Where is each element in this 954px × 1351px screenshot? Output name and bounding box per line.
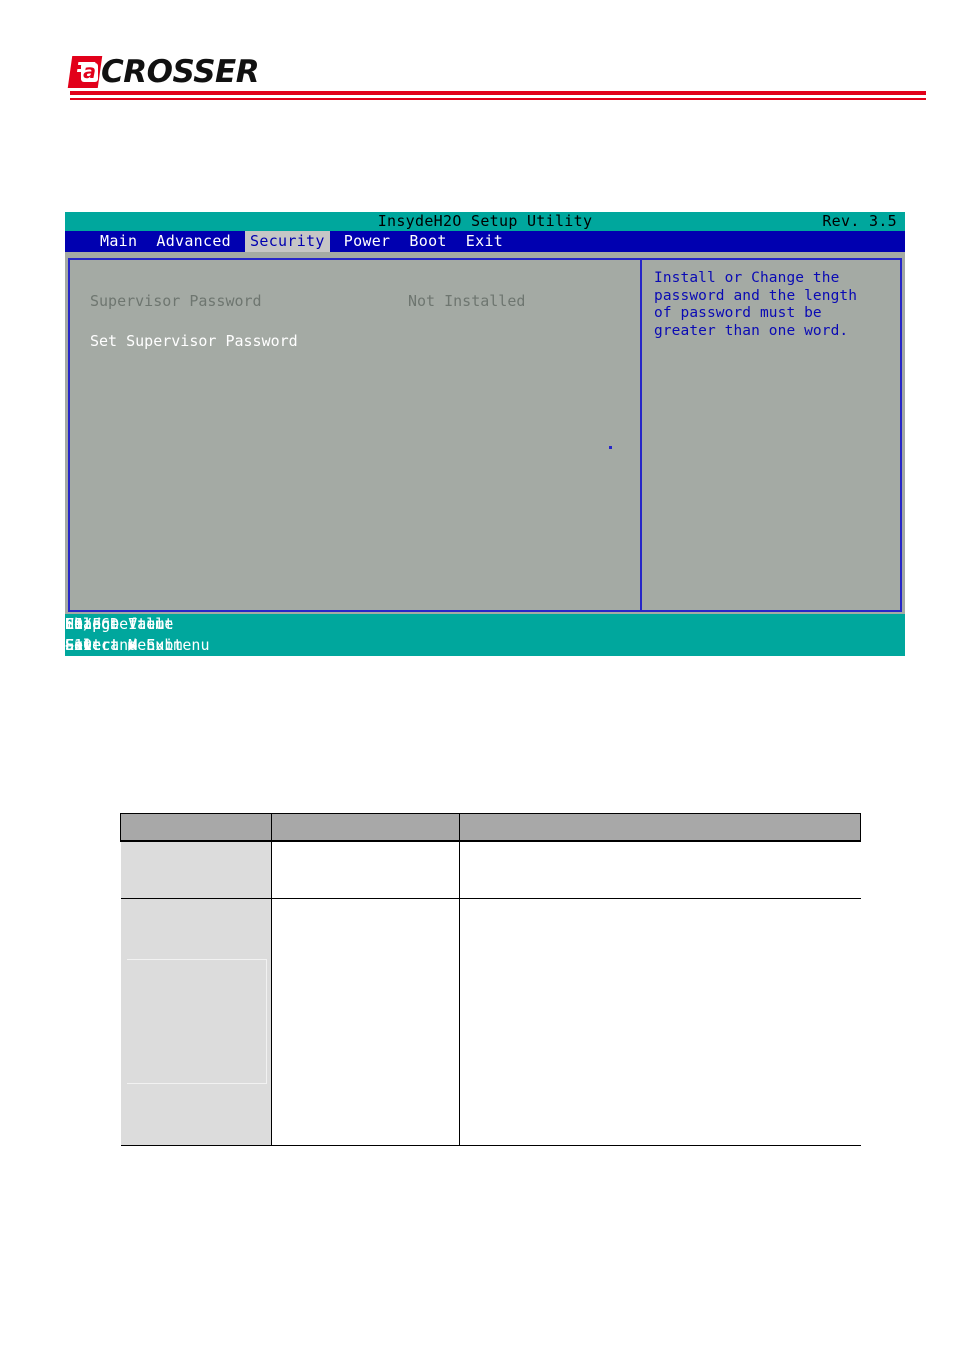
inner-divider-top	[126, 959, 267, 960]
bios-body: Supervisor Password Not Installed Set Su…	[65, 252, 905, 612]
bios-panels: Supervisor Password Not Installed Set Su…	[68, 258, 902, 612]
tab-main[interactable]: Main	[95, 231, 142, 252]
bios-titlebar: InsydeH2O Setup Utility Rev. 3.5	[65, 212, 905, 231]
inner-divider-right	[266, 959, 267, 1083]
tab-power[interactable]: Power	[339, 231, 396, 252]
logo-letter-a: a	[81, 63, 98, 82]
help-text: Install or Change the password and the l…	[654, 270, 858, 339]
key-f10-label: Save and Exit	[65, 636, 183, 654]
bios-revision: Rev. 3.5	[822, 212, 897, 230]
bios-title: InsydeH2O Setup Utility	[377, 212, 593, 230]
header-rule-thick	[70, 91, 926, 95]
spec-table	[120, 813, 861, 1146]
table-row	[120, 841, 861, 899]
spec-row-1-middle	[271, 841, 460, 899]
spec-row-1-description	[459, 841, 861, 899]
spec-table-header-col-1	[120, 813, 272, 842]
tab-advanced[interactable]: Advanced	[151, 231, 236, 252]
status-row-1: F1 Help ↑↓ Select Item F5/F6 Change Valu…	[65, 614, 905, 635]
spec-table-header-row	[120, 813, 861, 842]
table-row	[120, 898, 861, 1146]
spec-row-2-middle	[271, 898, 460, 1146]
tab-boot[interactable]: Boot	[404, 231, 451, 252]
key-f9-label: Load Default	[65, 615, 174, 633]
spec-row-1-label	[120, 841, 272, 899]
bios-statusbar: F1 Help ↑↓ Select Item F5/F6 Change Valu…	[65, 614, 905, 656]
page-header: a CROSSER	[0, 0, 954, 110]
inner-divider-bottom	[126, 1083, 267, 1084]
status-row-2: Esc Exit ↔ Select Menu Enter Select ▶ Su…	[65, 635, 905, 656]
bios-settings-panel: Supervisor Password Not Installed Set Su…	[70, 260, 642, 610]
stray-pixel-artifact	[609, 446, 612, 449]
tab-exit[interactable]: Exit	[461, 231, 508, 252]
spec-row-2-description	[459, 898, 861, 1146]
setting-supervisor-password-label: Supervisor Password	[90, 292, 262, 310]
bios-menubar[interactable]: Main Advanced Security Power Boot Exit	[65, 231, 905, 252]
spec-row-2-label	[120, 898, 272, 1146]
spec-table-header-col-2	[271, 813, 460, 842]
setting-supervisor-password[interactable]: Supervisor Password Not Installed	[90, 292, 640, 310]
bios-setup-screen: InsydeH2O Setup Utility Rev. 3.5 Main Ad…	[65, 212, 905, 656]
setting-set-supervisor-password-label: Set Supervisor Password	[90, 332, 298, 350]
spec-table-header-col-3	[459, 813, 861, 842]
setting-supervisor-password-value: Not Installed	[408, 292, 526, 310]
setting-set-supervisor-password[interactable]: Set Supervisor Password	[90, 332, 640, 350]
header-rule-thin	[70, 98, 926, 100]
acrosser-logo: a CROSSER	[67, 52, 260, 92]
bios-help-panel: Install or Change the password and the l…	[642, 260, 900, 610]
tab-security[interactable]: Security	[245, 231, 330, 252]
logo-wordmark: CROSSER	[101, 54, 260, 90]
